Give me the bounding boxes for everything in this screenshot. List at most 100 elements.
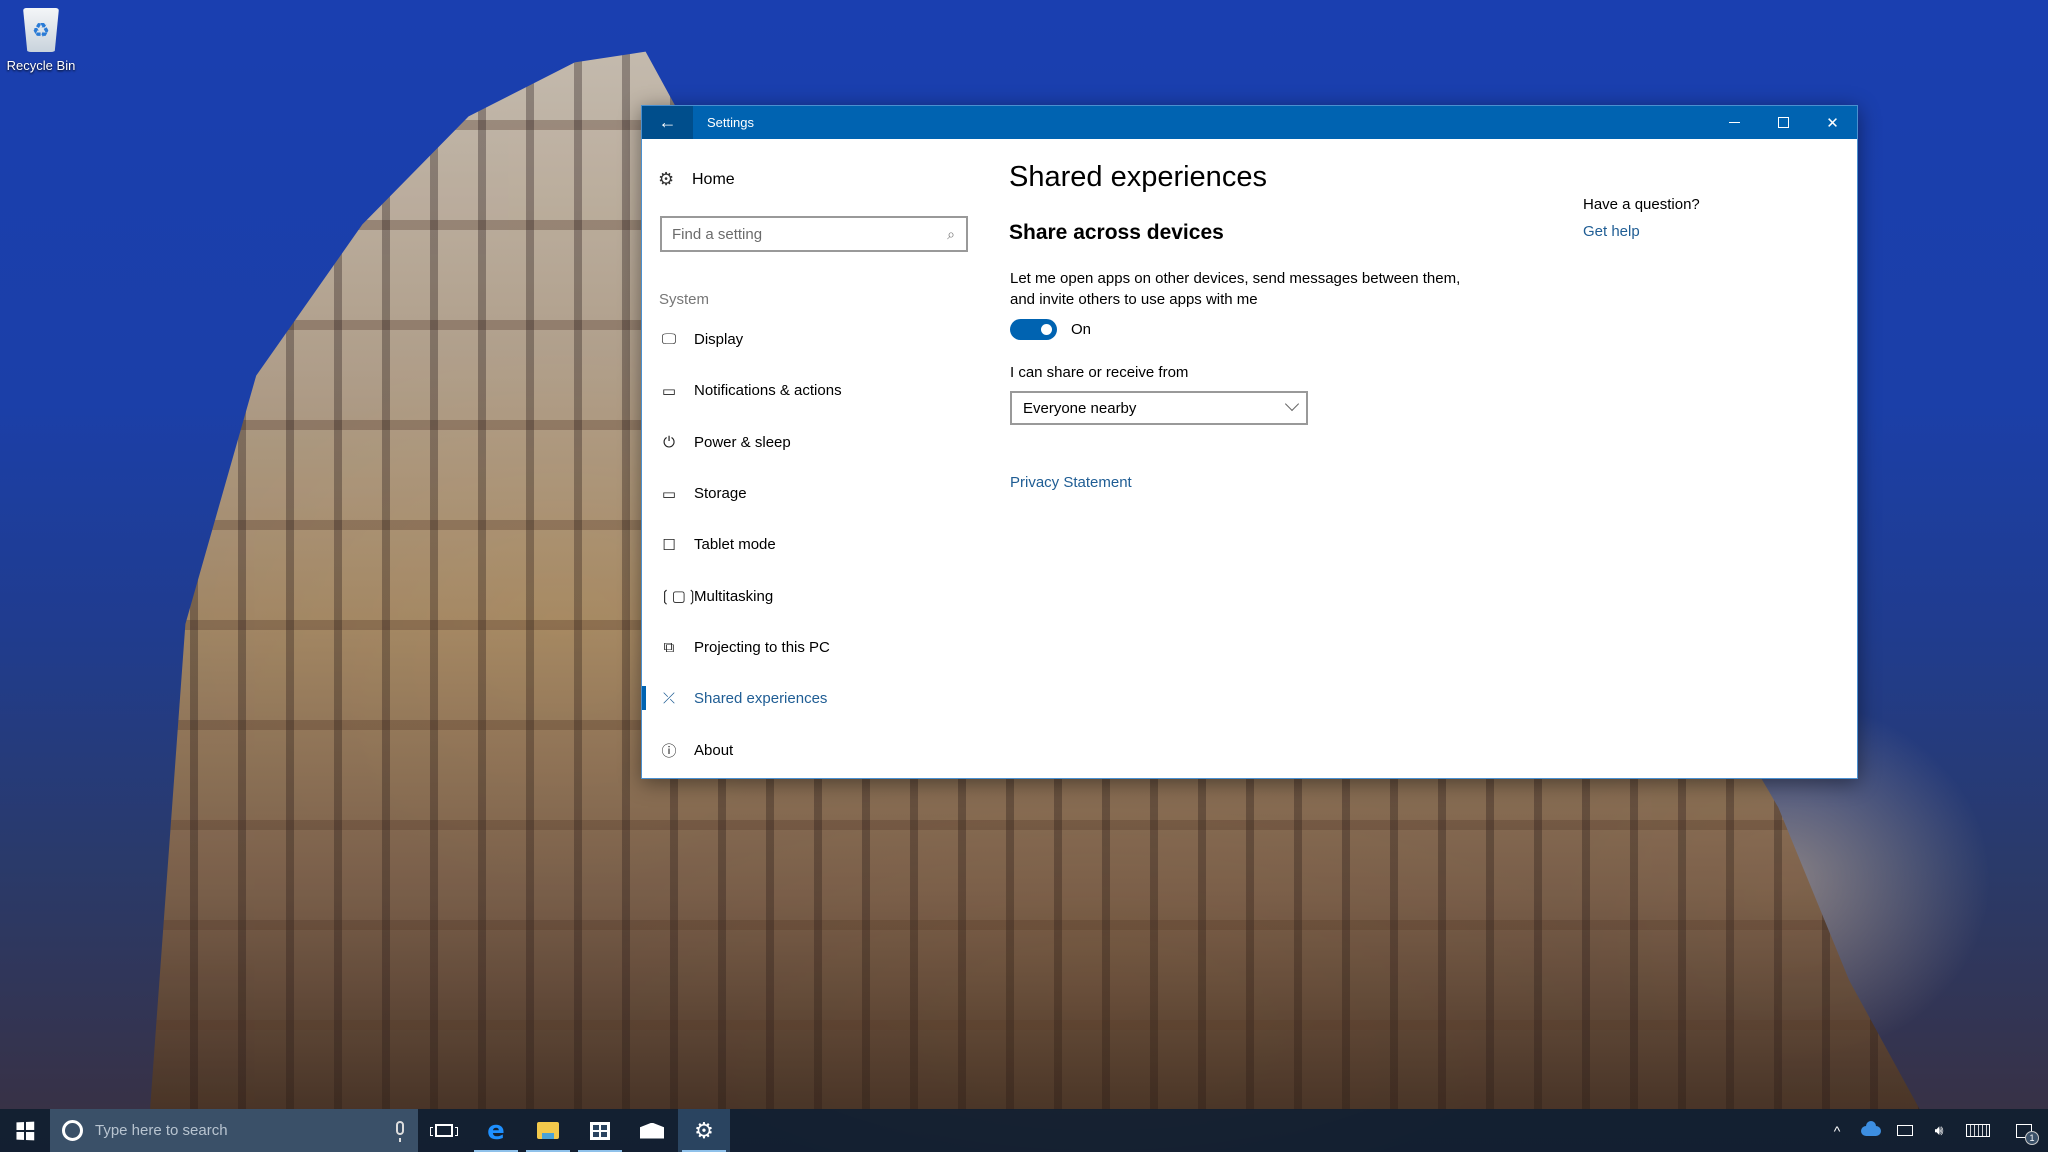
window-title: Settings	[707, 115, 754, 130]
share-from-dropdown[interactable]: Everyone nearby	[1010, 391, 1308, 425]
title-bar[interactable]: ← Settings ✕	[642, 106, 1857, 139]
sidebar-item-projecting[interactable]: ⧉ Projecting to this PC	[642, 622, 972, 673]
section-title: Share across devices	[1009, 221, 1224, 244]
taskbar-search[interactable]: Type here to search	[50, 1109, 418, 1152]
page-title: Shared experiences	[1009, 161, 1267, 193]
settings-window: ← Settings ✕ ⚙ Home ⌕ System 🖵 Display ▭…	[641, 105, 1858, 779]
network-tray[interactable]	[1888, 1109, 1922, 1152]
microphone-icon[interactable]	[396, 1121, 404, 1142]
toggle-state-label: On	[1071, 321, 1092, 338]
windows-logo-icon	[16, 1121, 35, 1140]
taskbar-settings[interactable]: ⚙	[678, 1109, 730, 1152]
dropdown-selected-value: Everyone nearby	[1023, 399, 1137, 417]
taskbar-edge[interactable]: e	[470, 1109, 522, 1152]
nav-list: 🖵 Display ▭ Notifications & actions ⏻ Po…	[642, 314, 972, 776]
edge-icon: e	[487, 1115, 505, 1146]
network-icon	[1897, 1125, 1913, 1136]
gear-icon: ⚙	[658, 169, 675, 189]
toggle-knob	[1041, 324, 1052, 335]
shared-experiences-icon: ⤫	[662, 690, 675, 708]
nav-home[interactable]: ⚙ Home	[658, 169, 735, 190]
sidebar-item-label: Notifications & actions	[694, 382, 842, 400]
cortana-icon	[62, 1120, 83, 1141]
power-icon: ⏻	[663, 433, 675, 451]
sidebar-item-display[interactable]: 🖵 Display	[642, 314, 972, 365]
window-controls: ✕	[1710, 106, 1857, 139]
settings-nav: ⚙ Home ⌕ System 🖵 Display ▭ Notification…	[642, 139, 972, 778]
settings-gear-icon: ⚙	[694, 1117, 714, 1143]
close-button[interactable]: ✕	[1808, 106, 1857, 139]
recycle-bin-icon: ♻	[23, 8, 59, 52]
taskbar-search-placeholder: Type here to search	[95, 1122, 228, 1139]
desktop-icon-recycle-bin[interactable]: ♻ Recycle Bin	[6, 8, 76, 73]
sidebar-item-label: Multitasking	[694, 587, 774, 605]
task-view-icon	[430, 1124, 458, 1137]
share-from-label: I can share or receive from	[1010, 364, 1189, 381]
store-icon	[590, 1121, 610, 1140]
help-question: Have a question?	[1583, 196, 1700, 213]
sidebar-item-label: Tablet mode	[694, 536, 776, 554]
volume-icon: 🔊︎	[1934, 1122, 1944, 1138]
sidebar-item-label: Display	[694, 331, 744, 349]
sidebar-item-label: Power & sleep	[694, 433, 791, 451]
sidebar-item-label: Projecting to this PC	[694, 638, 830, 656]
desktop-icon-label: Recycle Bin	[6, 58, 76, 73]
notification-icon: ▭	[661, 382, 677, 400]
sidebar-item-power-sleep[interactable]: ⏻ Power & sleep	[642, 417, 972, 468]
sidebar-item-shared-experiences[interactable]: ⤫ Shared experiences	[642, 673, 972, 724]
maximize-icon	[1778, 117, 1789, 128]
get-help-link[interactable]: Get help	[1583, 223, 1700, 240]
notification-count-badge: 1	[2025, 1130, 2039, 1145]
share-across-devices-toggle[interactable]	[1010, 319, 1057, 340]
chevron-up-icon: ^	[1833, 1122, 1841, 1139]
taskbar-task-view[interactable]	[418, 1109, 470, 1152]
storage-icon: ▭	[661, 485, 677, 503]
taskbar-store[interactable]	[574, 1109, 626, 1152]
setting-description: Let me open apps on other devices, send …	[1010, 270, 1461, 308]
nav-home-label: Home	[692, 170, 735, 188]
action-center-icon: 1	[2016, 1123, 2039, 1145]
share-toggle-row: On	[1010, 319, 1091, 340]
show-hidden-icons-button[interactable]: ^	[1820, 1109, 1854, 1152]
touch-keyboard-tray[interactable]	[1956, 1109, 2000, 1152]
mail-icon	[640, 1122, 664, 1139]
onedrive-cloud-icon	[1861, 1120, 1881, 1136]
help-panel: Have a question? Get help	[1583, 196, 1700, 240]
sidebar-item-label: Shared experiences	[694, 690, 828, 708]
system-tray: ^ 🔊︎ 1	[1820, 1109, 2048, 1152]
projecting-icon: ⧉	[663, 638, 675, 656]
arrow-left-icon: ←	[658, 112, 677, 132]
multitasking-icon: ❲▢❳	[659, 588, 699, 606]
nav-section-label: System	[659, 291, 710, 308]
keyboard-icon	[1966, 1124, 1990, 1137]
onedrive-tray[interactable]	[1854, 1109, 1888, 1152]
sidebar-item-storage[interactable]: ▭ Storage	[642, 468, 972, 519]
file-explorer-icon	[537, 1122, 559, 1139]
sidebar-item-label: Storage	[694, 485, 747, 503]
sidebar-item-tablet-mode[interactable]: ☐ Tablet mode	[642, 519, 972, 570]
close-icon: ✕	[1826, 114, 1839, 132]
back-button[interactable]: ←	[642, 106, 693, 139]
find-setting-search: ⌕	[660, 216, 968, 252]
action-center-button[interactable]: 1	[2000, 1109, 2048, 1152]
sidebar-item-about[interactable]: ⓘ About	[642, 724, 972, 775]
privacy-statement-link[interactable]: Privacy Statement	[1010, 474, 1132, 491]
taskbar-mail[interactable]	[626, 1109, 678, 1152]
settings-content: Shared experiences Share across devices …	[1009, 139, 1857, 778]
tablet-mode-icon: ☐	[662, 536, 676, 554]
taskbar-file-explorer[interactable]	[522, 1109, 574, 1152]
volume-tray[interactable]: 🔊︎	[1922, 1109, 1956, 1152]
search-input[interactable]	[672, 225, 936, 243]
search-icon[interactable]: ⌕	[936, 226, 966, 243]
sidebar-item-notifications[interactable]: ▭ Notifications & actions	[642, 365, 972, 416]
monitor-icon: 🖵	[661, 331, 677, 349]
sidebar-item-multitasking[interactable]: ❲▢❳ Multitasking	[642, 570, 972, 621]
minimize-button[interactable]	[1710, 106, 1759, 139]
sidebar-item-label: About	[694, 741, 734, 759]
chevron-down-icon	[1284, 396, 1300, 412]
taskbar: Type here to search e ⚙ ^ 🔊︎ 1	[0, 1109, 2048, 1152]
start-button[interactable]	[0, 1109, 50, 1152]
maximize-button[interactable]	[1759, 106, 1808, 139]
minimize-icon	[1729, 122, 1740, 123]
info-icon: ⓘ	[661, 742, 677, 760]
